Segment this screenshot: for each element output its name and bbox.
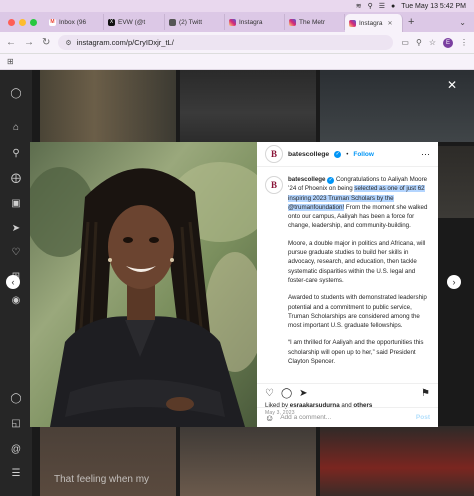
caption-paragraph: Awarded to students with demonstrated le…	[288, 294, 427, 330]
tab-label: Inbox (96	[59, 18, 87, 26]
apps-grid-icon[interactable]: ⊞	[7, 57, 14, 66]
tab-search-icon[interactable]: ⌄	[459, 18, 466, 27]
wifi-icon[interactable]: ≋	[356, 2, 362, 10]
tab-label: Instagra	[359, 19, 383, 27]
site-info-icon[interactable]: ⚙	[65, 39, 71, 47]
bookmarks-bar: ⊞	[0, 54, 474, 70]
tab-twitter[interactable]: (2) Twitt	[165, 14, 225, 30]
comment-input[interactable]: Add a comment...	[280, 414, 331, 421]
post-modal: B batescollege ✓ • Follow ⋯ B batescolle…	[30, 142, 438, 427]
tab-label: (2) Twitt	[179, 18, 202, 26]
grid-post-thumbnail[interactable]: That feeling when my	[40, 426, 176, 496]
back-button[interactable]: ←	[6, 37, 16, 48]
forward-button[interactable]: →	[24, 37, 34, 48]
reload-button[interactable]: ↻	[42, 37, 50, 48]
messages-icon[interactable]: ➤	[10, 223, 22, 235]
tab-instagram-1[interactable]: Instagra	[225, 14, 285, 30]
grid-post-thumbnail[interactable]	[320, 426, 474, 496]
emoji-icon[interactable]: ☺	[265, 413, 274, 423]
close-modal-icon[interactable]: ✕	[447, 78, 457, 92]
menubar-datetime[interactable]: Tue May 13 5:42 PM	[401, 3, 466, 10]
bookmark-star-icon[interactable]: ☆	[429, 38, 436, 47]
like-heart-icon[interactable]: ♡	[265, 388, 274, 399]
grid-post-thumbnail[interactable]	[180, 70, 316, 142]
caption-text: batescollege ✓ Congratulations to Aaliya…	[288, 175, 430, 383]
macos-menubar: ≋ ⚲ ☰ ● Tue May 13 5:42 PM	[0, 0, 474, 12]
grid-post-thumbnail[interactable]	[40, 70, 176, 142]
tab-x-profile[interactable]: X EVW (@t	[104, 14, 165, 30]
activity-icon[interactable]: ◱	[10, 418, 22, 430]
instagram-icon	[349, 19, 356, 27]
profile-icon[interactable]: ◉	[10, 295, 22, 307]
twitter-icon	[169, 18, 176, 26]
caption-paragraph: “I am thrilled for Aaliyah and the oppor…	[288, 339, 424, 366]
comment-icon[interactable]: ◯	[281, 388, 292, 399]
previous-post-button[interactable]: ‹	[6, 275, 20, 289]
minimize-window-button[interactable]	[19, 18, 26, 26]
address-toolbar: ← → ↻ ⚙ instagram.com/p/CryIDxjr_tL/ ▭ ⚲…	[0, 32, 474, 54]
instagram-icon	[289, 18, 296, 26]
zoom-icon[interactable]: ⚲	[416, 38, 422, 47]
post-details-panel: B batescollege ✓ • Follow ⋯ B batescolle…	[257, 142, 438, 427]
tab-label: Instagra	[239, 18, 263, 26]
explore-icon[interactable]: ⨁	[10, 173, 22, 185]
address-field[interactable]: ⚙ instagram.com/p/CryIDxjr_tL/	[58, 35, 394, 50]
thumbnail-overlay-text: That feeling when my	[54, 474, 150, 485]
tab-strip: M Inbox (96 X EVW (@t (2) Twitt Instagra…	[45, 12, 459, 32]
new-tab-button[interactable]: +	[408, 16, 414, 28]
search-icon[interactable]: ⚲	[10, 148, 22, 160]
profile-avatar[interactable]: E	[443, 37, 453, 48]
tab-label: EVW (@t	[118, 18, 146, 26]
control-center-icon[interactable]: ☰	[379, 2, 385, 10]
toolbar-actions: ▭ ⚲ ☆ E ⋮	[401, 37, 468, 48]
verified-badge-icon: ✓	[334, 150, 342, 158]
meta-ai-icon[interactable]: ◯	[10, 393, 22, 405]
maximize-window-button[interactable]	[30, 18, 37, 26]
share-icon[interactable]: ➤	[299, 388, 307, 399]
post-photo[interactable]	[30, 142, 257, 427]
notifications-heart-icon[interactable]: ♡	[10, 247, 22, 259]
more-options-icon[interactable]: ⋯	[421, 149, 430, 160]
account-avatar[interactable]: B	[265, 145, 283, 163]
tab-gmail[interactable]: M Inbox (96	[45, 14, 104, 30]
siri-icon[interactable]: ●	[391, 3, 395, 10]
url-text: instagram.com/p/CryIDxjr_tL/	[76, 38, 174, 47]
instagram-logo-icon[interactable]: ◯	[10, 88, 22, 100]
save-bookmark-icon[interactable]: ⚑	[421, 388, 430, 399]
tab-instagram-active[interactable]: Instagra ✕	[345, 14, 403, 32]
caption-scroll-area[interactable]: B batescollege ✓ Congratulations to Aali…	[257, 167, 438, 383]
close-tab-icon[interactable]: ✕	[388, 20, 393, 27]
follow-button[interactable]: Follow	[353, 151, 374, 158]
caption-avatar[interactable]: B	[265, 176, 283, 194]
tab-instagram-2[interactable]: The Metr	[285, 14, 345, 30]
caption-paragraph: Moore, a double major in politics and Af…	[288, 239, 426, 284]
portrait-illustration	[30, 142, 257, 427]
verified-badge-icon: ✓	[327, 177, 335, 184]
home-icon[interactable]: ⌂	[10, 122, 22, 134]
post-actions: ♡ ◯ ➤ ⚑	[257, 383, 438, 402]
tab-label: The Metr	[299, 18, 326, 26]
gmail-icon: M	[49, 18, 56, 26]
post-header: B batescollege ✓ • Follow ⋯	[257, 142, 438, 167]
cast-icon[interactable]: ▭	[401, 38, 409, 47]
x-icon: X	[108, 18, 115, 26]
caption-username[interactable]: batescollege	[288, 176, 326, 183]
reels-icon[interactable]: ▣	[10, 198, 22, 210]
instagram-page: That feeling when my ◯ ⌂ ⚲ ⨁ ▣ ➤ ♡ ⊞ ◉ ◯…	[0, 70, 474, 496]
comment-bar: ☺ Add a comment... Post	[257, 407, 438, 427]
more-menu-icon[interactable]: ☰	[10, 468, 22, 480]
grid-post-thumbnail[interactable]	[180, 426, 316, 496]
threads-icon[interactable]: @	[10, 444, 22, 456]
next-post-button[interactable]: ›	[447, 275, 461, 289]
chrome-menu-icon[interactable]: ⋮	[460, 38, 468, 47]
instagram-icon	[229, 18, 236, 26]
tab-bar: M Inbox (96 X EVW (@t (2) Twitt Instagra…	[0, 12, 474, 32]
close-window-button[interactable]	[8, 18, 15, 26]
search-icon[interactable]: ⚲	[368, 2, 373, 10]
window-controls	[8, 18, 37, 26]
post-comment-button[interactable]: Post	[416, 414, 430, 421]
post-username[interactable]: batescollege	[288, 151, 329, 158]
